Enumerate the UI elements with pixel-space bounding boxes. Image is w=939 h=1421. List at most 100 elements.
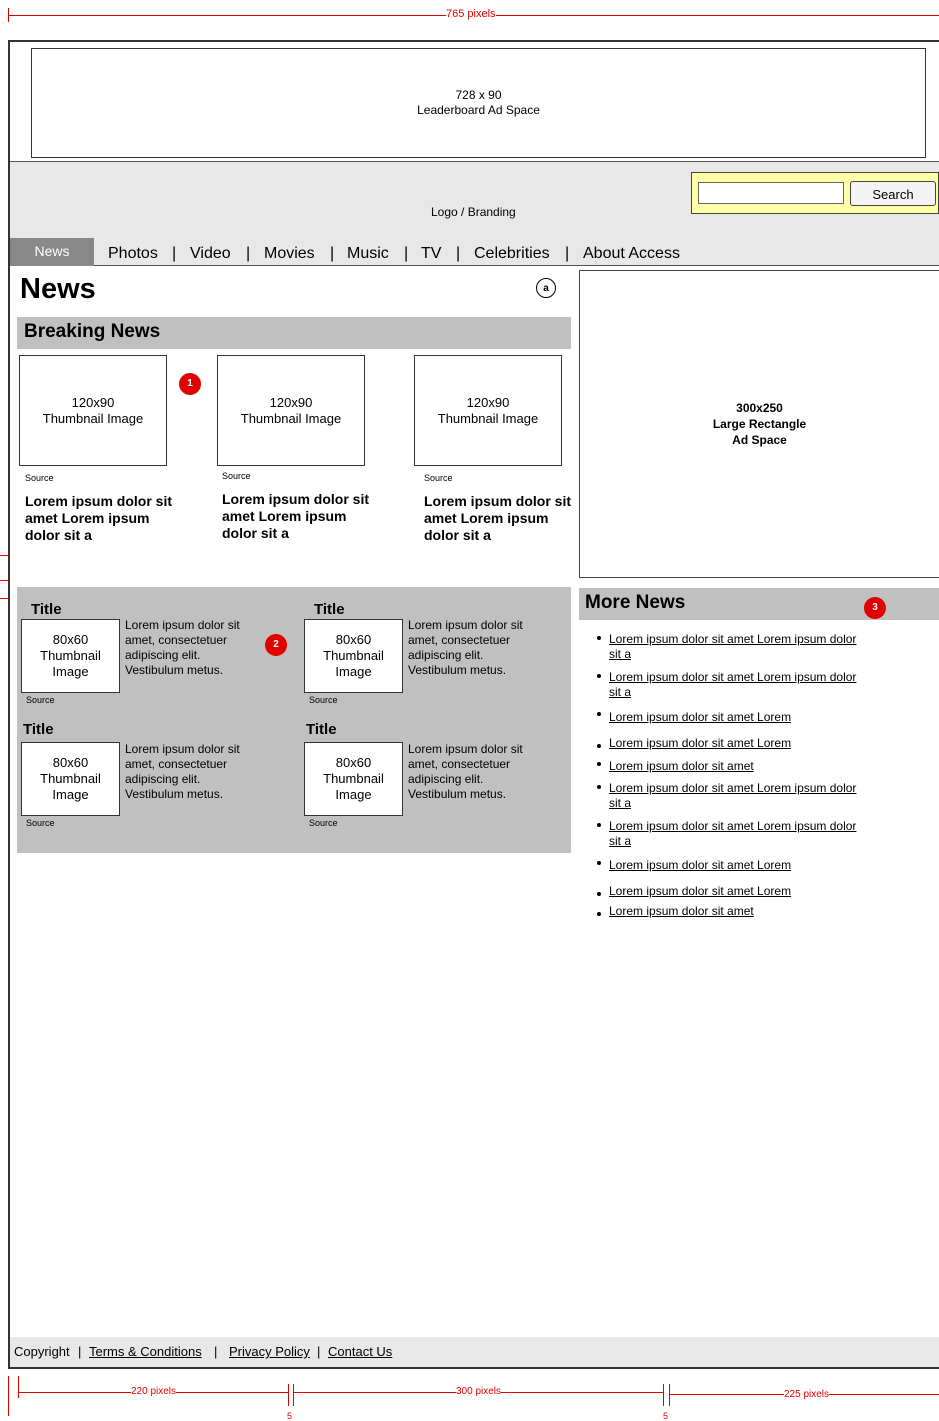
breaking-headline[interactable]: Lorem ipsum dolor sit amet Lorem ipsum d… <box>222 491 372 542</box>
breaking-headline[interactable]: Lorem ipsum dolor sit amet Lorem ipsum d… <box>424 493 574 544</box>
dimension-col2-label: 300 pixels <box>456 1386 502 1397</box>
footer-separator: | <box>214 1344 218 1359</box>
nav-tab-tv[interactable]: TV <box>421 245 441 263</box>
more-news-link[interactable]: Lorem ipsum dolor sit amet <box>609 904 859 919</box>
story-text: Lorem ipsum dolor sit amet, consectetuer… <box>408 618 523 677</box>
leaderboard-size: 728 x 90 <box>455 88 502 102</box>
bullet-icon <box>597 912 601 916</box>
bullet-icon <box>597 674 601 678</box>
bullet-icon <box>597 861 601 865</box>
annotation-marker-3: 3 <box>864 597 886 619</box>
leaderboard-ad[interactable]: 728 x 90 Leaderboard Ad Space <box>31 48 926 158</box>
search-box: Search <box>691 172 939 214</box>
more-news-link[interactable]: Lorem ipsum dolor sit amet Lorem <box>609 884 859 899</box>
source-label: Source <box>25 473 54 483</box>
more-news-link[interactable]: Lorem ipsum dolor sit amet <box>609 759 859 774</box>
footer-link-privacy[interactable]: Privacy Policy <box>229 1337 310 1367</box>
logo-branding[interactable]: Logo / Branding <box>431 205 516 219</box>
breaking-thumbnail[interactable]: 120x90 Thumbnail Image <box>19 355 167 466</box>
more-news-link[interactable]: Lorem ipsum dolor sit amet Lorem <box>609 710 859 725</box>
bullet-icon <box>597 892 601 896</box>
dimension-tick <box>0 580 9 581</box>
nav-tab-photos[interactable]: Photos <box>108 245 158 263</box>
annotation-marker-a: a <box>536 278 556 298</box>
footer-separator: | <box>317 1344 321 1359</box>
footer-link-contact[interactable]: Contact Us <box>328 1337 392 1367</box>
nav-separator: | <box>172 245 177 262</box>
thumbnail-label: Thumbnail Image <box>42 410 144 426</box>
thumbnail-label: Image <box>335 664 372 679</box>
nav-separator: | <box>404 245 409 262</box>
thumbnail-label: Thumbnail <box>323 771 384 786</box>
ad-size: 300x250 <box>736 401 783 415</box>
dimension-tick <box>18 1376 19 1398</box>
nav-tab-music[interactable]: Music <box>347 245 389 263</box>
dimension-tick <box>663 1384 664 1406</box>
large-rectangle-ad[interactable]: 300x250 Large Rectangle Ad Space <box>579 270 939 578</box>
story-title[interactable]: Title <box>23 721 54 738</box>
breaking-headline[interactable]: Lorem ipsum dolor sit amet Lorem ipsum d… <box>25 493 175 544</box>
search-button[interactable]: Search <box>850 181 936 206</box>
story-text: Lorem ipsum dolor sit amet, consectetuer… <box>408 742 523 801</box>
dimension-col1-label: 220 pixels <box>131 1386 177 1397</box>
bullet-icon <box>597 636 601 640</box>
story-thumbnail[interactable]: 80x60 Thumbnail Image <box>304 742 403 816</box>
source-label: Source <box>26 818 55 828</box>
more-news-link[interactable]: Lorem ipsum dolor sit amet Lorem <box>609 736 859 751</box>
breaking-news-header: Breaking News <box>17 317 571 349</box>
story-thumbnail[interactable]: 80x60 Thumbnail Image <box>21 742 120 816</box>
story-title[interactable]: Title <box>31 601 62 618</box>
nav-tab-about-access[interactable]: About Access <box>583 245 680 263</box>
nav-separator: | <box>330 245 335 262</box>
more-news-heading: More News <box>585 592 686 613</box>
thumbnail-label: Thumbnail <box>40 648 101 663</box>
story-title[interactable]: Title <box>306 721 337 738</box>
breaking-thumbnail[interactable]: 120x90 Thumbnail Image <box>217 355 365 466</box>
dimension-total-label: 765 pixels <box>446 8 496 20</box>
footer-separator: | <box>78 1344 82 1359</box>
footer-copyright: Copyright <box>14 1344 70 1359</box>
thumbnail-label: Thumbnail <box>323 648 384 663</box>
thumbnail-size: 80x60 <box>52 755 89 770</box>
nav-underline <box>94 265 939 266</box>
thumbnail-size: 80x60 <box>335 755 372 770</box>
breaking-news-heading: Breaking News <box>24 321 161 342</box>
dimension-tick <box>0 555 9 556</box>
search-input[interactable] <box>698 182 844 204</box>
nav-tab-video[interactable]: Video <box>190 245 231 263</box>
footer-link-terms[interactable]: Terms & Conditions <box>89 1337 202 1367</box>
more-news-link[interactable]: Lorem ipsum dolor sit amet Lorem <box>609 858 859 873</box>
story-title[interactable]: Title <box>314 601 345 618</box>
bullet-icon <box>597 823 601 827</box>
bullet-icon <box>597 744 601 748</box>
page-title: News <box>20 273 96 305</box>
more-news-link[interactable]: Lorem ipsum dolor sit amet Lorem ipsum d… <box>609 819 859 849</box>
thumbnail-label: Image <box>52 664 89 679</box>
more-news-link[interactable]: Lorem ipsum dolor sit amet Lorem ipsum d… <box>609 632 859 662</box>
nav-separator: | <box>565 245 570 262</box>
source-label: Source <box>222 471 251 481</box>
nav-separator: | <box>246 245 251 262</box>
more-news-link[interactable]: Lorem ipsum dolor sit amet Lorem ipsum d… <box>609 670 859 700</box>
breaking-thumbnail[interactable]: 120x90 Thumbnail Image <box>414 355 562 466</box>
nav-tab-movies[interactable]: Movies <box>264 245 315 263</box>
story-text: Lorem ipsum dolor sit amet, consectetuer… <box>125 618 240 677</box>
thumbnail-label: Image <box>52 787 89 802</box>
story-text: Lorem ipsum dolor sit amet, consectetuer… <box>125 742 240 801</box>
leaderboard-label: Leaderboard Ad Space <box>417 103 540 117</box>
more-news-link[interactable]: Lorem ipsum dolor sit amet Lorem ipsum d… <box>609 781 859 811</box>
source-label: Source <box>424 473 453 483</box>
thumbnail-label: Thumbnail Image <box>437 410 539 426</box>
source-label: Source <box>309 818 338 828</box>
source-label: Source <box>26 695 55 705</box>
annotation-marker-2: 2 <box>265 634 287 656</box>
nav-tab-news[interactable]: News <box>10 238 94 266</box>
bullet-icon <box>597 762 601 766</box>
dimension-tick <box>8 8 9 22</box>
story-thumbnail[interactable]: 80x60 Thumbnail Image <box>21 619 120 693</box>
thumbnail-size: 120x90 <box>466 394 510 410</box>
story-thumbnail[interactable]: 80x60 Thumbnail Image <box>304 619 403 693</box>
thumbnail-label: Image <box>335 787 372 802</box>
dimension-col3-label: 225 pixels <box>784 1389 830 1400</box>
nav-tab-celebrities[interactable]: Celebrities <box>474 245 550 263</box>
